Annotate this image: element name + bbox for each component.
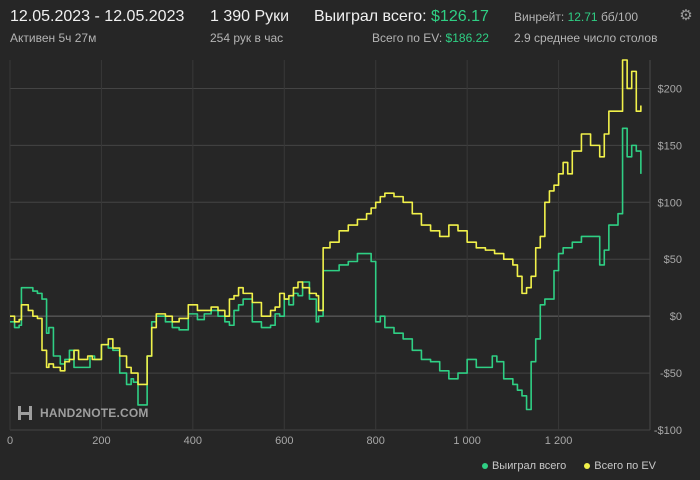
x-tick-label: 200 <box>92 435 110 447</box>
x-tick-label: 400 <box>184 435 202 447</box>
x-tick-label: 1 200 <box>545 435 573 447</box>
x-tick-label: 800 <box>367 435 385 447</box>
series-line-ev <box>10 59 642 386</box>
chart-legend: Выиграл всего Всего по EV <box>481 460 656 472</box>
legend-dot-won <box>481 463 488 469</box>
hand2note-logo-icon <box>18 406 32 420</box>
legend-label-won: Выиграл всего <box>491 460 567 472</box>
x-tick-label: 1 000 <box>453 435 481 447</box>
y-axis-ticks: $200 $150 $100 $50 $0 -$50 -$100 <box>654 83 682 437</box>
x-tick-label: 600 <box>275 435 293 447</box>
legend-item-won[interactable]: Выиграл всего <box>481 460 567 472</box>
series-line-won <box>10 127 642 411</box>
y-tick-label: $100 <box>658 197 682 209</box>
watermark: HAND2NOTE.COM <box>16 404 149 422</box>
x-tick-label: 0 <box>7 435 13 447</box>
legend-item-ev[interactable]: Всего по EV <box>584 460 656 472</box>
y-tick-label: $50 <box>664 254 682 266</box>
chart-lines <box>10 59 642 411</box>
legend-dot-ev <box>584 463 591 469</box>
y-tick-label: $200 <box>658 83 682 95</box>
watermark-text: HAND2NOTE.COM <box>40 406 149 420</box>
y-tick-label: $0 <box>670 311 682 323</box>
y-tick-label: -$100 <box>654 425 682 437</box>
legend-label-ev: Всего по EV <box>594 460 656 472</box>
y-tick-label: $150 <box>658 140 682 152</box>
y-tick-label: -$50 <box>660 368 682 380</box>
x-axis-ticks: 0 200 400 600 800 1 000 1 200 <box>7 435 572 447</box>
